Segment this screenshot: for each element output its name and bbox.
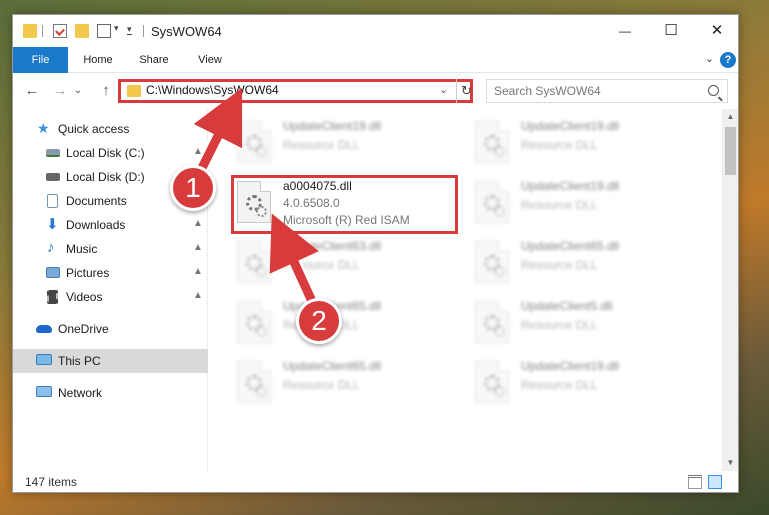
step-1-badge: 1 [170, 165, 216, 211]
annotation-arrows [190, 87, 323, 317]
step-2-badge: 2 [296, 298, 342, 344]
